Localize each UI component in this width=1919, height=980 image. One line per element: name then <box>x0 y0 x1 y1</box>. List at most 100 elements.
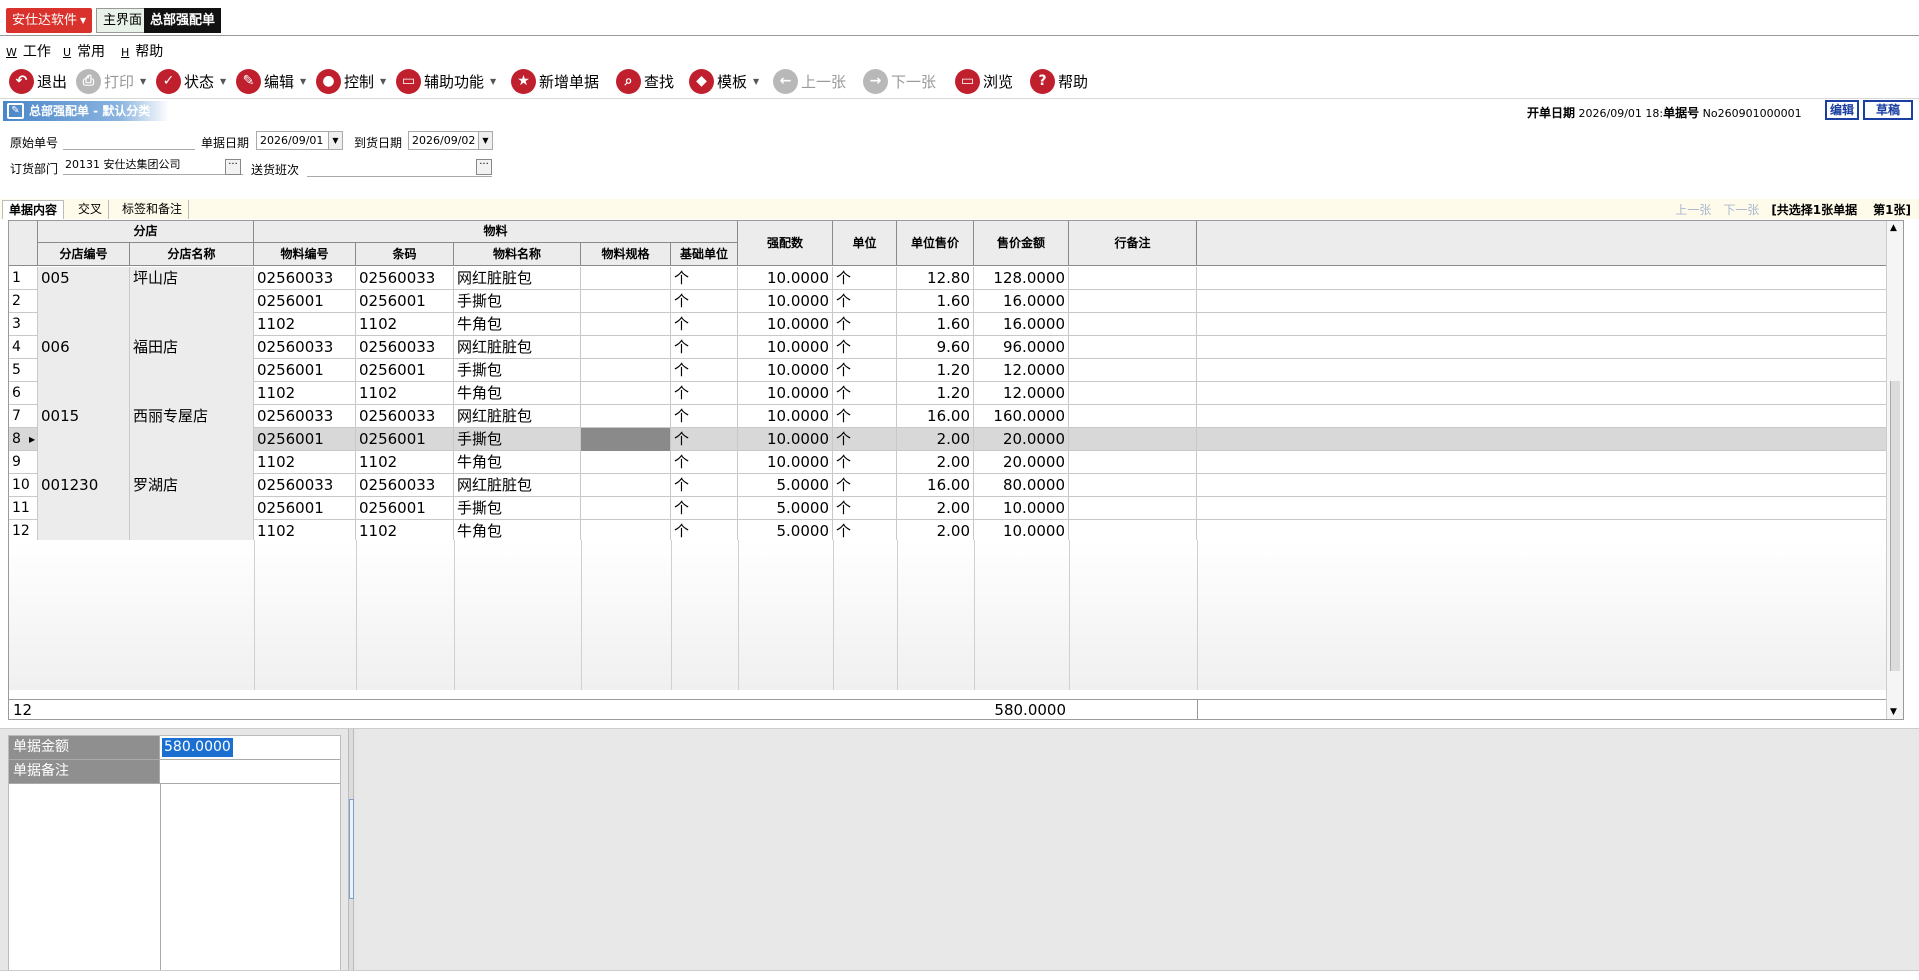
col-header-barcode[interactable]: 条码 <box>356 243 454 266</box>
cell-store-name[interactable] <box>130 497 254 520</box>
cell-unit[interactable]: 个 <box>833 267 897 290</box>
cell-base-unit[interactable]: 个 <box>671 428 738 451</box>
scroll-down-arrow-icon[interactable]: ▼ <box>1890 707 1897 717</box>
cell-unit[interactable]: 个 <box>833 313 897 336</box>
cell-note[interactable] <box>1069 313 1197 336</box>
cell-item-code[interactable]: 1102 <box>254 313 356 336</box>
shift-lookup-button[interactable]: ··· <box>476 159 492 175</box>
doc-date-picker[interactable]: 2026/09/01 ▼ <box>256 131 343 150</box>
cell-store-name[interactable] <box>130 313 254 336</box>
cell-amount[interactable]: 20.0000 <box>974 428 1069 451</box>
col-header-store-code[interactable]: 分店编号 <box>38 243 130 266</box>
cell-note[interactable] <box>1069 359 1197 382</box>
cell-price[interactable]: 2.00 <box>897 428 974 451</box>
edit-status-badge[interactable]: 编辑 <box>1825 100 1859 120</box>
cell-item-code[interactable]: 02560033 <box>254 405 356 428</box>
cell-qty[interactable]: 10.0000 <box>738 428 833 451</box>
cell-qty[interactable]: 10.0000 <box>738 336 833 359</box>
cell-qty[interactable]: 10.0000 <box>738 382 833 405</box>
cell-qty[interactable]: 10.0000 <box>738 359 833 382</box>
cell-unit[interactable]: 个 <box>833 428 897 451</box>
cell-item-code[interactable]: 0256001 <box>254 290 356 313</box>
cell-item-name[interactable]: 手撕包 <box>454 290 581 313</box>
print-button[interactable]: ⎙ 打印 ▼ <box>76 67 146 95</box>
cell-base-unit[interactable]: 个 <box>671 474 738 497</box>
cell-spec[interactable] <box>581 405 671 428</box>
orig-no-field[interactable] <box>63 131 195 150</box>
cell-note[interactable] <box>1069 382 1197 405</box>
cell-barcode[interactable]: 02560033 <box>356 336 454 359</box>
cell-store-code[interactable] <box>38 497 130 520</box>
dept-lookup-button[interactable]: ··· <box>225 159 241 175</box>
col-header-base-unit[interactable]: 基础单位 <box>671 243 738 266</box>
tab-hq-force-order[interactable]: 总部强配单 <box>144 8 222 33</box>
panel-splitter[interactable] <box>348 729 354 980</box>
cell-qty[interactable]: 10.0000 <box>738 267 833 290</box>
table-row[interactable]: 10 001230 罗湖店 02560033 02560033 网红脏脏包个 5.0000 个… <box>9 474 1896 497</box>
col-header-amount[interactable]: 售价金额 <box>974 221 1069 266</box>
cell-price[interactable]: 16.00 <box>897 474 974 497</box>
nav-prev-link[interactable]: 上一张 <box>1675 203 1711 217</box>
new-document-button[interactable]: ★ 新增单据 <box>511 67 599 95</box>
cell-store-code[interactable]: 006 <box>38 336 130 359</box>
cell-barcode[interactable]: 0256001 <box>356 359 454 382</box>
cell-item-code[interactable]: 0256001 <box>254 359 356 382</box>
cell-qty[interactable]: 10.0000 <box>738 313 833 336</box>
cell-barcode[interactable]: 0256001 <box>356 290 454 313</box>
cell-item-code[interactable]: 1102 <box>254 451 356 474</box>
cell-barcode[interactable]: 1102 <box>356 451 454 474</box>
tab-tags-notes[interactable]: 标签和备注 <box>116 200 190 219</box>
cell-note[interactable] <box>1069 451 1197 474</box>
col-header-spec[interactable]: 物料规格 <box>581 243 671 266</box>
grid-vertical-scrollbar[interactable]: ▲ ▼ <box>1886 221 1903 719</box>
cell-item-name[interactable]: 手撕包 <box>454 497 581 520</box>
cell-unit[interactable]: 个 <box>833 336 897 359</box>
menu-common[interactable]: U 常用 <box>63 41 105 61</box>
cell-price[interactable]: 1.20 <box>897 359 974 382</box>
cell-note[interactable] <box>1069 428 1197 451</box>
tab-main-screen[interactable]: 主界面 <box>96 8 150 33</box>
template-button[interactable]: ◆ 模板 ▼ <box>689 67 759 95</box>
cell-note[interactable] <box>1069 336 1197 359</box>
cell-spec[interactable] <box>581 313 671 336</box>
cell-price[interactable]: 16.00 <box>897 405 974 428</box>
cell-amount[interactable]: 128.0000 <box>974 267 1069 290</box>
cell-note[interactable] <box>1069 290 1197 313</box>
cell-store-code[interactable] <box>38 359 130 382</box>
cell-note[interactable] <box>1069 405 1197 428</box>
cell-amount[interactable]: 10.0000 <box>974 497 1069 520</box>
cell-store-code[interactable]: 0015 <box>38 405 130 428</box>
cell-base-unit[interactable]: 个 <box>671 290 738 313</box>
chevron-down-icon[interactable]: ▼ <box>328 132 342 149</box>
cell-item-name[interactable]: 牛角包 <box>454 313 581 336</box>
edit-button[interactable]: ✎ 编辑 ▼ <box>236 67 306 95</box>
cell-price[interactable]: 2.00 <box>897 497 974 520</box>
scroll-thumb[interactable] <box>1890 381 1900 671</box>
cell-item-code[interactable]: 02560033 <box>254 336 356 359</box>
cell-item-name[interactable]: 牛角包 <box>454 451 581 474</box>
exit-button[interactable]: ↶ 退出 <box>9 67 67 95</box>
cell-item-code[interactable]: 0256001 <box>254 428 356 451</box>
prev-document-button[interactable]: ← 上一张 <box>773 67 846 95</box>
tab-cross[interactable]: 交叉 <box>72 200 110 219</box>
cell-spec[interactable] <box>581 497 671 520</box>
table-row[interactable]: 3 1102 1102 牛角包个 10.0000 个 1.60 16.0000 <box>9 313 1896 336</box>
cell-store-code[interactable]: 005 <box>38 267 130 290</box>
status-button[interactable]: ✓ 状态 ▼ <box>156 67 226 95</box>
cell-unit[interactable]: 个 <box>833 359 897 382</box>
cell-amount[interactable]: 12.0000 <box>974 382 1069 405</box>
cell-barcode[interactable]: 1102 <box>356 382 454 405</box>
cell-qty[interactable]: 10.0000 <box>738 405 833 428</box>
menu-help[interactable]: H 帮助 <box>121 41 163 61</box>
tab-document-content[interactable]: 单据内容 <box>2 200 65 219</box>
find-button[interactable]: ⌕ 查找 <box>616 67 674 95</box>
browse-button[interactable]: ▭ 浏览 <box>955 67 1013 95</box>
cell-store-name[interactable] <box>130 359 254 382</box>
cell-item-name[interactable]: 手撕包 <box>454 428 581 451</box>
cell-base-unit[interactable]: 个 <box>671 336 738 359</box>
cell-spec[interactable] <box>581 451 671 474</box>
cell-store-code[interactable] <box>38 313 130 336</box>
scroll-up-arrow-icon[interactable]: ▲ <box>1890 223 1897 233</box>
table-row[interactable]: 5 0256001 0256001 手撕包个 10.0000 个 1.20 12.0000 <box>9 359 1896 382</box>
cell-base-unit[interactable]: 个 <box>671 313 738 336</box>
